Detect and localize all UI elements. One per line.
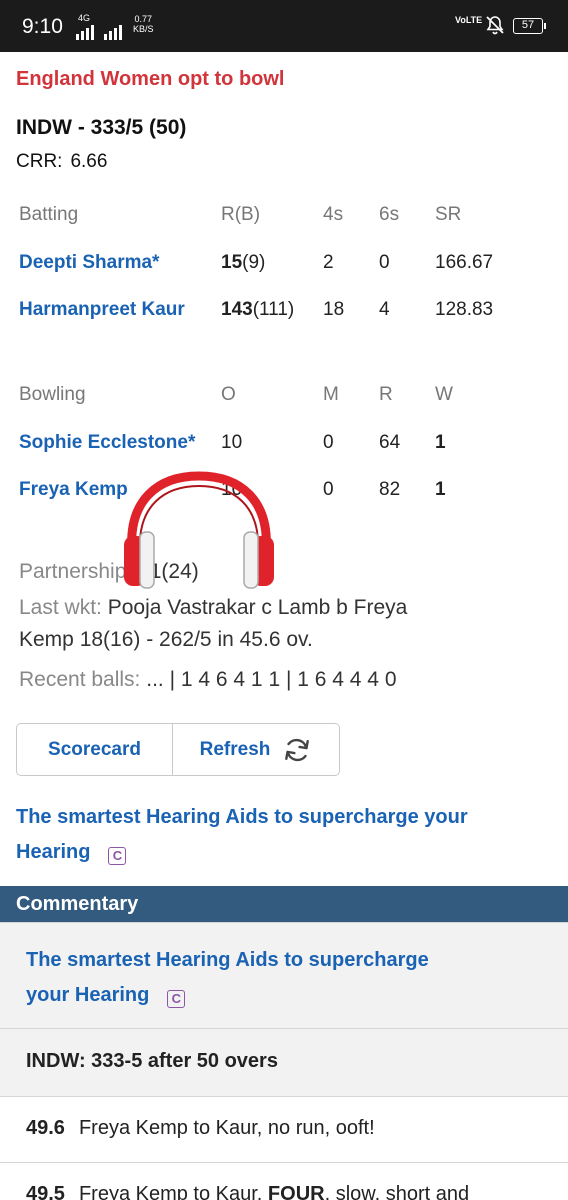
ball-text-rest: , slow, short and — [324, 1183, 470, 1200]
signal-icon — [76, 22, 94, 40]
commentary-ad-text: The smartest Hearing Aids to supercharge… — [26, 943, 546, 1013]
recent-balls-value: ... | 1 4 6 4 1 1 | 1 6 4 4 4 0 — [146, 668, 397, 691]
batter-balls: (111) — [252, 299, 295, 320]
toss-result: England Women opt to bowl — [16, 68, 285, 90]
last-wicket-line2: Kemp 18(16) - 262/5 in 45.6 ov. — [19, 628, 313, 651]
mute-icon — [486, 16, 504, 35]
commentary-header: Commentary — [0, 886, 568, 922]
header-sixes: 6s — [379, 204, 400, 225]
innings-summary: INDW: 333-5 after 50 overs — [0, 1028, 568, 1096]
scorecard-button[interactable]: Scorecard — [17, 724, 173, 775]
header-maidens: M — [323, 384, 339, 405]
bowler-maidens: 0 — [323, 479, 334, 500]
bowling-header-row: Bowling O M R W — [19, 384, 559, 414]
ad-line2: Hearing — [16, 841, 91, 863]
batter-runs-balls: 15(9) — [221, 252, 265, 274]
bowler-overs: 10 — [221, 432, 243, 453]
crr-label: CRR: — [16, 151, 63, 172]
ad-line1: The smartest Hearing Aids to supercharge… — [16, 806, 468, 828]
last-wicket-label: Last wkt: — [19, 596, 102, 619]
team-score: INDW - 333/5 (50) — [16, 116, 187, 139]
batter-balls: (9) — [242, 252, 266, 273]
batter-sixes: 4 — [379, 299, 390, 320]
batter-fours: 18 — [323, 299, 345, 320]
header-batting: Batting — [19, 204, 79, 225]
batting-row: Deepti Sharma* 15(9) 2 0 166.67 — [19, 252, 559, 282]
bowler-name[interactable]: Sophie Ecclestone* — [19, 432, 195, 454]
batter-runs: 143 — [221, 299, 253, 320]
headphones-icon[interactable] — [118, 470, 280, 590]
action-buttons: Scorecard Refresh — [16, 723, 340, 776]
status-time: 9:10 — [22, 15, 63, 38]
ball-text: Freya Kemp to Kaur, no run, ooft! — [78, 1117, 375, 1139]
batting-header-row: Batting R(B) 4s 6s SR — [19, 204, 559, 234]
commentary-ad-line2: your Hearing — [26, 984, 150, 1006]
header-bowling: Bowling — [19, 384, 86, 405]
bowler-runs: 82 — [379, 479, 401, 500]
batter-name[interactable]: Deepti Sharma* — [19, 252, 159, 274]
commentary-ball: 49.5 Freya Kemp to Kaur, FOUR, slow, shor… — [0, 1162, 568, 1200]
last-wicket: Last wkt: Pooja Vastrakar c Lamb b Freya… — [19, 592, 549, 656]
signal-icon-2 — [104, 22, 122, 40]
batter-runs: 15 — [221, 252, 243, 273]
header-runs-balls: R(B) — [221, 204, 261, 225]
batting-row: Harmanpreet Kaur 143(111) 18 4 128.83 — [19, 299, 559, 329]
header-strike-rate: SR — [435, 204, 462, 225]
current-run-rate: CRR: 6.66 — [16, 151, 107, 173]
ball-text: Freya Kemp to Kaur, — [78, 1183, 268, 1200]
speed-value: 0.77 — [134, 14, 153, 24]
volte-icon: VoLTE — [455, 15, 483, 25]
batter-strike-rate: 128.83 — [435, 299, 494, 320]
ball-highlight: FOUR — [267, 1183, 325, 1200]
refresh-label: Refresh — [199, 738, 271, 760]
bowler-wickets: 1 — [435, 479, 446, 500]
header-overs: O — [221, 384, 236, 405]
ball-over: 49.6 — [26, 1117, 65, 1139]
bowling-row: Sophie Ecclestone* 10 0 64 1 — [19, 432, 559, 462]
bowling-row: Freya Kemp 10 0 82 1 — [19, 479, 559, 509]
battery-icon: 57 — [513, 18, 546, 34]
batter-strike-rate: 166.67 — [435, 252, 494, 273]
network-speed: 0.77 KB/S — [133, 14, 154, 34]
commentary-ad-line1: The smartest Hearing Aids to supercharge — [26, 949, 429, 971]
batter-runs-balls: 143(111) — [221, 299, 294, 321]
bowler-wickets: 1 — [435, 432, 446, 453]
batter-fours: 2 — [323, 252, 334, 273]
commentary-ad[interactable]: The smartest Hearing Aids to supercharge… — [0, 922, 568, 1028]
crr-value: 6.66 — [70, 151, 108, 172]
refresh-icon — [285, 738, 310, 761]
last-wicket-line1: Pooja Vastrakar c Lamb b Freya — [107, 596, 408, 619]
partnership-label: Partnership: — [19, 560, 133, 583]
header-fours: 4s — [323, 204, 344, 225]
ball-over: 49.5 — [26, 1183, 65, 1200]
recent-balls: Recent balls: ... | 1 4 6 4 1 1 | 1 6 4 … — [19, 664, 549, 696]
recent-balls-label: Recent balls: — [19, 668, 141, 691]
batter-name[interactable]: Harmanpreet Kaur — [19, 299, 185, 321]
speed-unit: KB/S — [133, 24, 154, 34]
bowler-maidens: 0 — [323, 432, 334, 453]
ad-choices-icon[interactable]: C — [108, 847, 127, 865]
commentary-ball: 49.6 Freya Kemp to Kaur, no run, ooft! — [0, 1096, 568, 1162]
ad-link[interactable]: The smartest Hearing Aids to supercharge… — [16, 800, 556, 870]
bowler-runs: 64 — [379, 432, 401, 453]
batter-sixes: 0 — [379, 252, 390, 273]
bowler-name[interactable]: Freya Kemp — [19, 479, 128, 501]
refresh-button[interactable]: Refresh — [173, 724, 339, 775]
partnership: Partnership: 71(24) — [19, 556, 549, 588]
header-wickets: W — [435, 384, 453, 405]
status-bar: 9:10 4G 0.77 KB/S VoLTE 57 — [0, 0, 568, 52]
header-runs: R — [379, 384, 393, 405]
ad-choices-icon[interactable]: C — [167, 990, 186, 1008]
